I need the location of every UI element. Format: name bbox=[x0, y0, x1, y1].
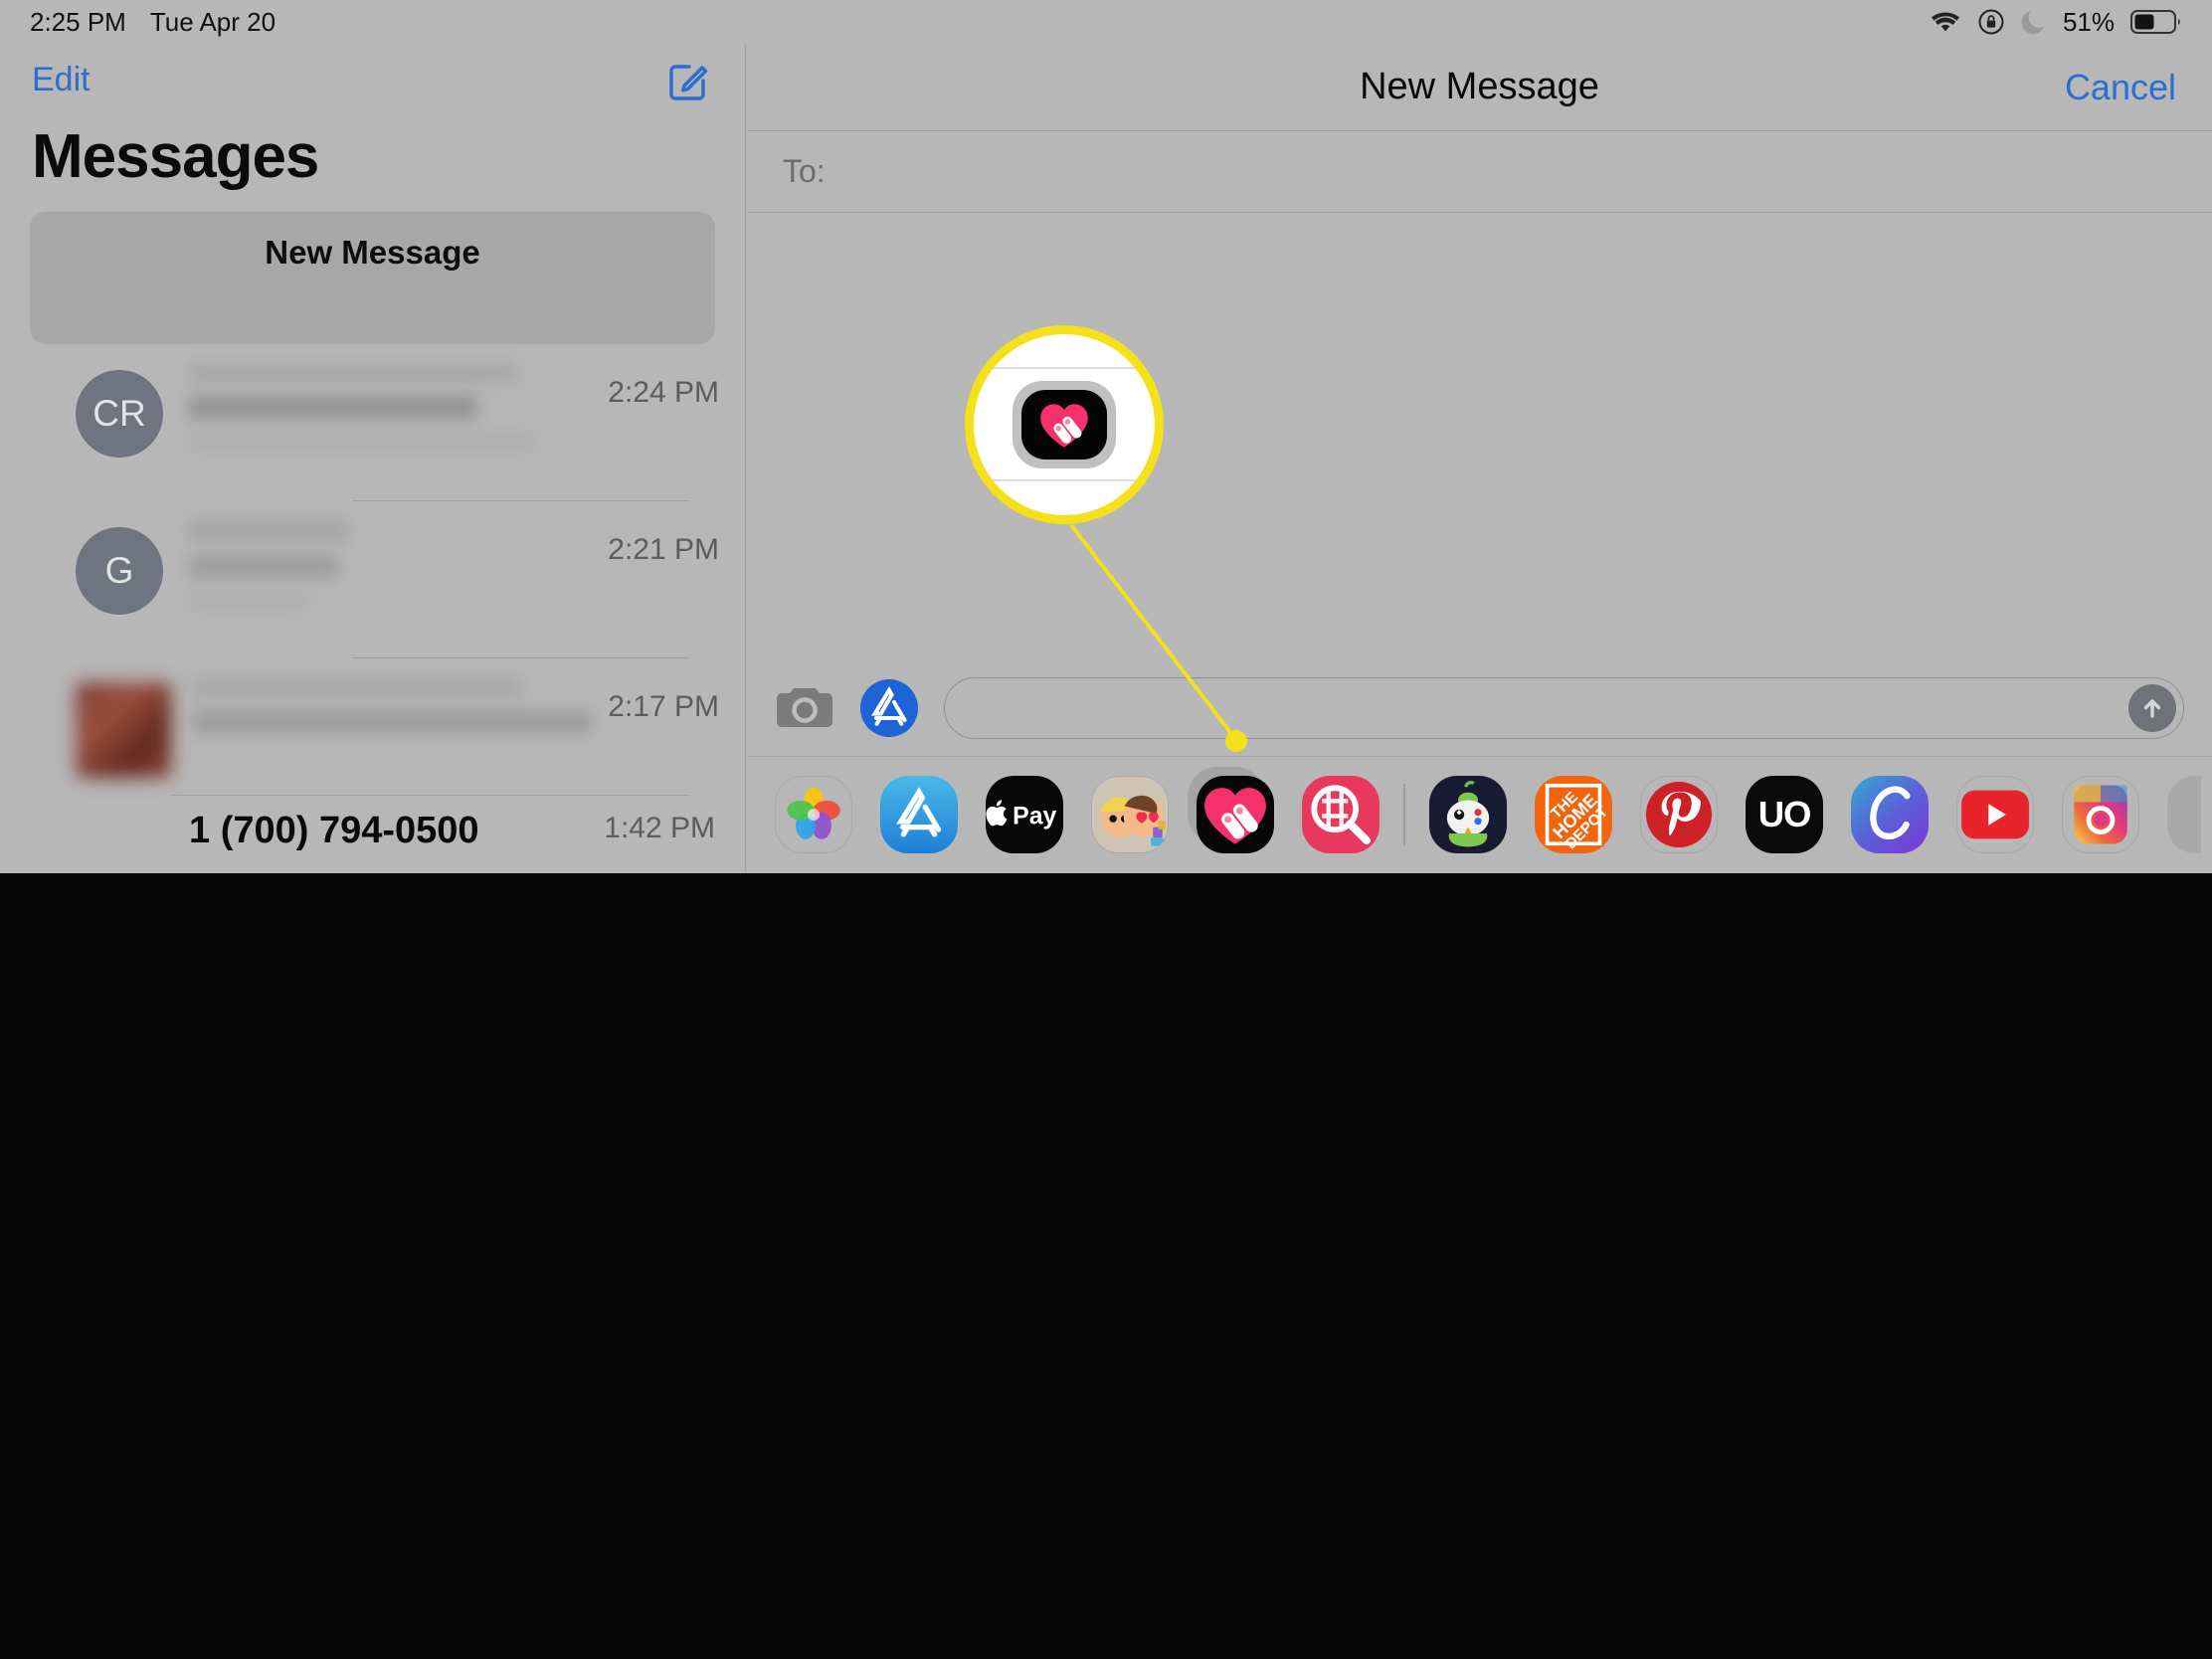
app-store-app-icon[interactable] bbox=[880, 775, 958, 853]
compose-icon[interactable] bbox=[667, 57, 713, 102]
list-item-time: 2:17 PM bbox=[608, 690, 719, 723]
svg-text:UO: UO bbox=[1758, 794, 1810, 834]
send-button[interactable] bbox=[2128, 684, 2176, 732]
cancel-button[interactable]: Cancel bbox=[2065, 67, 2176, 108]
callout-guide-line bbox=[974, 479, 1155, 481]
redacted-text bbox=[189, 432, 537, 452]
svg-text:Pay: Pay bbox=[1013, 803, 1056, 830]
status-bar-right: 51% bbox=[1930, 7, 2182, 38]
digital-touch-panel bbox=[0, 873, 2212, 1659]
list-item-body: 2:17 PM bbox=[171, 676, 719, 796]
redacted-text bbox=[189, 591, 308, 611]
drawer-divider bbox=[1403, 783, 1405, 845]
home-depot-app-icon[interactable]: THE HOME DEPOT bbox=[1535, 775, 1612, 853]
images-search-app-icon[interactable] bbox=[1302, 775, 1380, 853]
avatar: CR bbox=[76, 370, 163, 458]
list-item-time: 1:42 PM bbox=[604, 812, 715, 844]
app-drawer-overflow-icon[interactable] bbox=[2167, 775, 2201, 853]
redacted-text bbox=[189, 555, 338, 579]
avatar bbox=[76, 682, 171, 778]
list-item-body: 2:21 PM bbox=[163, 519, 719, 658]
new-message-label: New Message bbox=[265, 234, 480, 271]
rotation-lock-icon bbox=[1977, 8, 2005, 36]
instagram-app-icon[interactable] bbox=[2062, 775, 2139, 853]
battery-icon bbox=[2130, 9, 2182, 35]
redacted-text bbox=[189, 362, 517, 384]
ipad-screen: 2:25 PM Tue Apr 20 51% Edit Messages New… bbox=[0, 0, 2212, 1659]
callout-digital-touch-icon bbox=[1013, 381, 1116, 468]
conversation-navbar: New Message Cancel bbox=[747, 44, 2212, 131]
redacted-text bbox=[193, 676, 521, 698]
list-item[interactable]: G 2:21 PM bbox=[0, 501, 745, 658]
camera-icon[interactable] bbox=[775, 684, 834, 732]
list-item-time: 2:24 PM bbox=[608, 376, 719, 409]
callout-guide-line bbox=[974, 367, 1155, 369]
page-title: Messages bbox=[32, 122, 319, 191]
redacted-text bbox=[193, 710, 591, 734]
youtube-app-icon[interactable] bbox=[1956, 775, 2034, 853]
messages-sidebar: Edit Messages New Message CR 2:24 PM G 2… bbox=[0, 44, 746, 873]
edit-button[interactable]: Edit bbox=[32, 61, 91, 99]
status-date: Tue Apr 20 bbox=[149, 6, 276, 37]
pinterest-app-icon[interactable] bbox=[1640, 775, 1718, 853]
battery-percent-label: 51% bbox=[2062, 6, 2115, 37]
redacted-text bbox=[189, 396, 477, 420]
to-label: To: bbox=[783, 153, 826, 189]
list-item[interactable]: 2:17 PM bbox=[0, 658, 745, 796]
new-message-pane: New Message Cancel To: Pay THE HOME DEPO… bbox=[747, 44, 2212, 894]
game-pigeon-app-icon[interactable] bbox=[1429, 775, 1507, 853]
photos-app-icon[interactable] bbox=[775, 775, 852, 853]
to-field-row[interactable]: To: bbox=[747, 131, 2212, 213]
list-item-body: 2:24 PM bbox=[163, 362, 719, 501]
list-item-title: 1 (700) 794-0500 bbox=[189, 810, 479, 851]
sidebar-toolbar: Edit bbox=[0, 44, 745, 115]
wifi-icon bbox=[1930, 10, 1961, 34]
status-bar-left: 2:25 PM Tue Apr 20 bbox=[30, 7, 276, 38]
sidebar-item-new-message[interactable]: New Message bbox=[30, 212, 715, 344]
callout-magnifier bbox=[965, 325, 1164, 524]
message-text-input[interactable] bbox=[944, 677, 2184, 739]
conversation-title: New Message bbox=[1360, 66, 1599, 107]
status-bar: 2:25 PM Tue Apr 20 51% bbox=[0, 0, 2212, 44]
list-item[interactable]: 1 (700) 794-0500 1:42 PM bbox=[0, 796, 745, 852]
urban-outfitters-app-icon[interactable]: UO bbox=[1746, 775, 1823, 853]
message-input-bar bbox=[747, 660, 2212, 756]
apple-pay-app-icon[interactable]: Pay bbox=[986, 775, 1063, 853]
avatar: G bbox=[76, 527, 163, 615]
redacted-text bbox=[189, 519, 348, 543]
do-not-disturb-moon-icon bbox=[2021, 8, 2047, 36]
digital-touch-app-icon[interactable] bbox=[1188, 766, 1274, 853]
imessage-app-drawer: Pay THE HOME DEPOT UO bbox=[747, 756, 2212, 871]
ipad-messages-app: 2:25 PM Tue Apr 20 51% Edit Messages New… bbox=[0, 0, 2212, 894]
canva-app-icon[interactable] bbox=[1851, 775, 1929, 853]
status-time: 2:25 PM bbox=[30, 6, 126, 37]
list-item[interactable]: CR 2:24 PM bbox=[0, 344, 745, 501]
list-item-time: 2:21 PM bbox=[608, 533, 719, 566]
memoji-app-icon[interactable] bbox=[1091, 775, 1169, 853]
app-store-icon[interactable] bbox=[858, 677, 920, 739]
